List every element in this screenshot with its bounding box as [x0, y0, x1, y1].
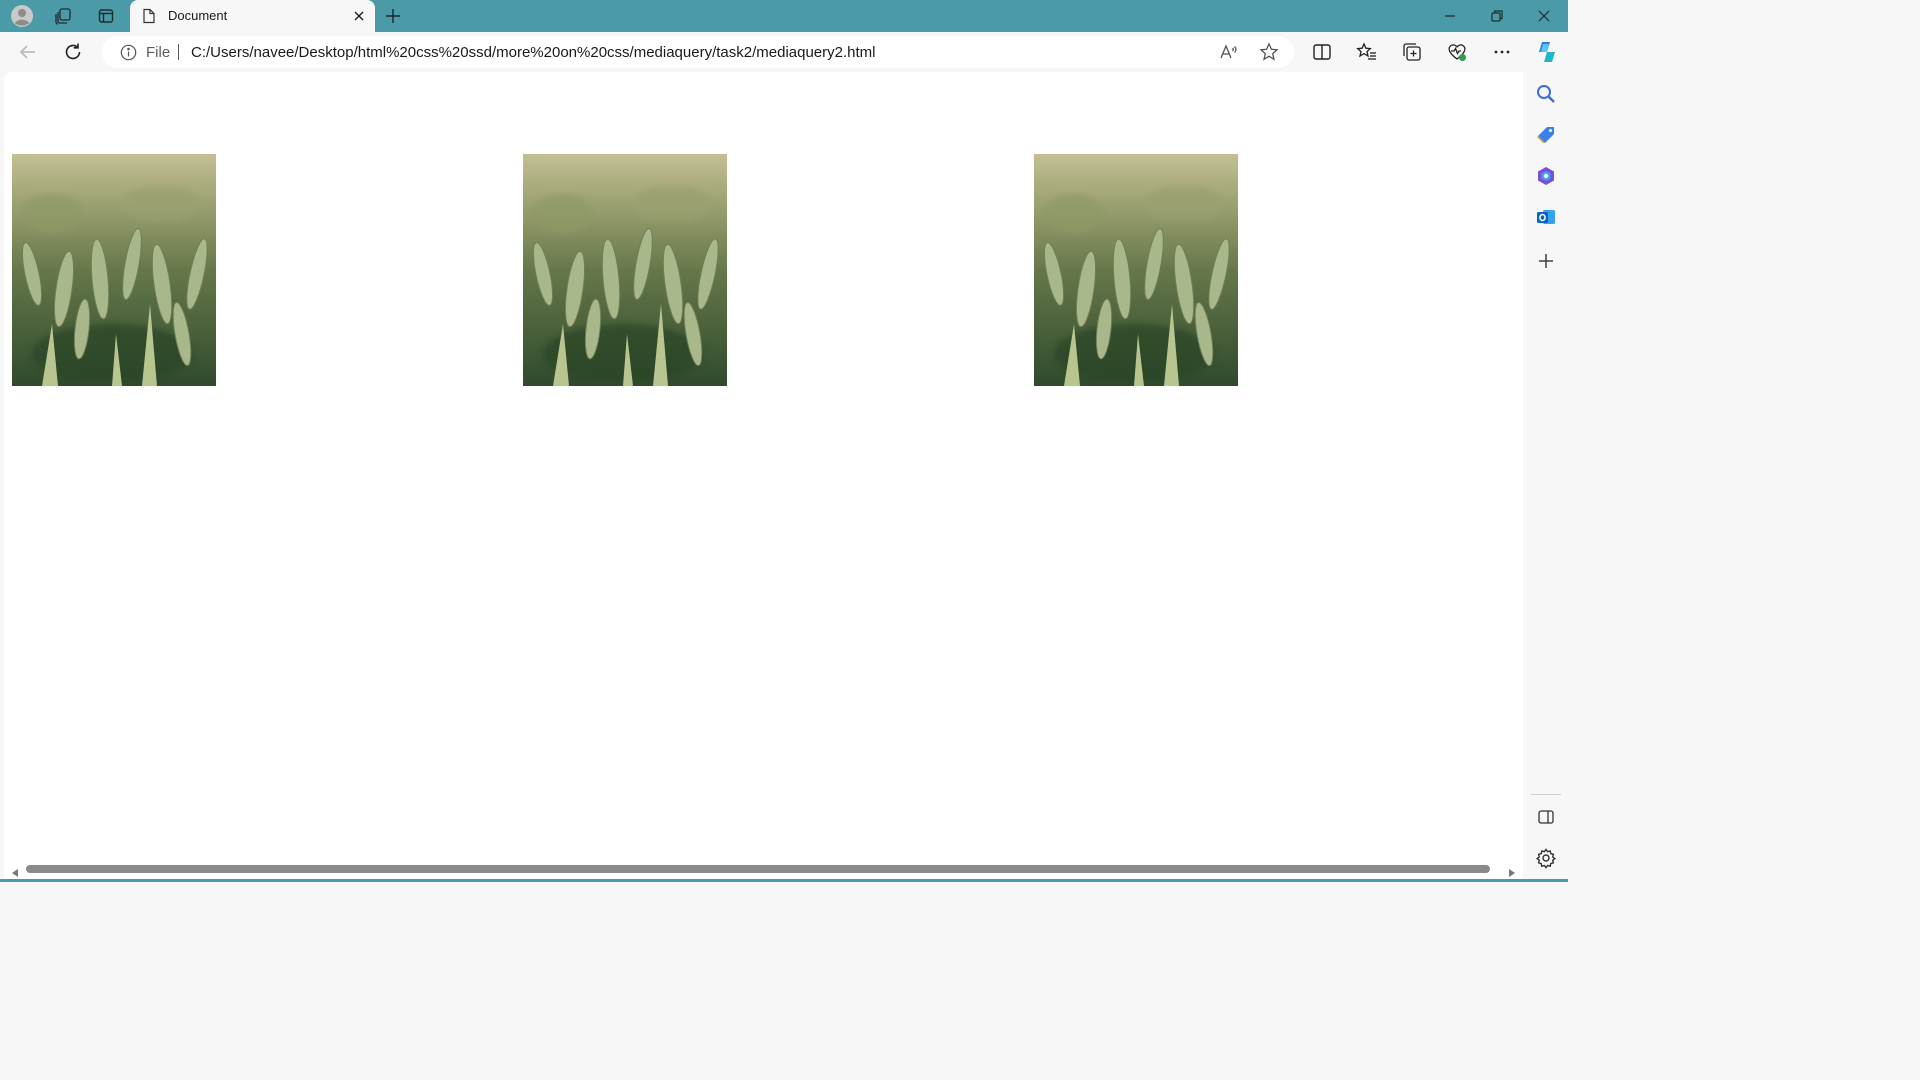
tab-title: Document [168, 8, 228, 23]
edge-sidebar [1523, 72, 1568, 882]
tab-actions-icon[interactable] [93, 4, 119, 28]
horizontal-scrollbar[interactable] [4, 862, 1523, 878]
arrow-left-icon [19, 45, 35, 59]
more-icon[interactable] [1491, 41, 1513, 63]
minimize-button[interactable] [1440, 6, 1460, 26]
plus-icon [386, 9, 400, 23]
favorites-icon[interactable] [1356, 41, 1378, 63]
read-aloud-icon[interactable] [1218, 42, 1238, 62]
browser-essentials-icon[interactable] [1446, 41, 1468, 63]
minimize-icon [1445, 15, 1455, 17]
close-tab-icon[interactable] [351, 8, 367, 24]
copilot-icon[interactable] [1534, 39, 1560, 65]
add-icon[interactable] [1535, 250, 1557, 272]
navigation-toolbar: File C:/Users/navee/Desktop/html%20css%2… [0, 32, 1568, 72]
shopping-tag-icon[interactable] [1535, 124, 1557, 146]
document-icon [142, 8, 156, 29]
outlook-icon[interactable] [1535, 206, 1557, 228]
workspaces-icon[interactable] [50, 4, 76, 28]
close-window-button[interactable] [1534, 6, 1554, 26]
search-icon[interactable] [1535, 83, 1557, 105]
restore-icon [1491, 10, 1503, 22]
back-button[interactable] [17, 41, 39, 63]
favorite-star-icon[interactable] [1259, 42, 1279, 62]
settings-icon[interactable] [1535, 847, 1557, 869]
close-icon [1538, 10, 1550, 22]
address-bar[interactable]: File C:/Users/navee/Desktop/html%20css%2… [102, 36, 1294, 68]
scrollbar-thumb[interactable] [26, 865, 1490, 873]
new-tab-button[interactable] [382, 5, 404, 27]
active-tab[interactable]: Document [130, 0, 375, 32]
url-text[interactable]: C:/Users/navee/Desktop/html%20css%20ssd/… [191, 44, 876, 61]
wheat-image-3 [1034, 154, 1238, 386]
wheat-image-1 [12, 154, 216, 386]
sidebar-toggle-icon[interactable] [1535, 806, 1557, 828]
refresh-button[interactable] [62, 41, 84, 63]
restore-button[interactable] [1487, 6, 1507, 26]
browser-window: Document File C:/Users/navee/Desktop/htm… [0, 0, 1568, 882]
title-bar: Document [0, 0, 1568, 32]
office-icon[interactable] [1535, 165, 1557, 187]
wheat-image-2 [523, 154, 727, 386]
profile-icon[interactable] [9, 4, 35, 28]
address-separator [178, 44, 179, 60]
site-info-icon[interactable] [120, 44, 137, 66]
split-screen-icon[interactable] [1311, 41, 1333, 63]
page-viewport [4, 72, 1523, 882]
window-bottom-border [0, 879, 1568, 882]
scheme-label: File [146, 44, 171, 61]
sidebar-divider [1531, 794, 1561, 795]
collections-icon[interactable] [1401, 41, 1423, 63]
refresh-icon [65, 43, 81, 60]
